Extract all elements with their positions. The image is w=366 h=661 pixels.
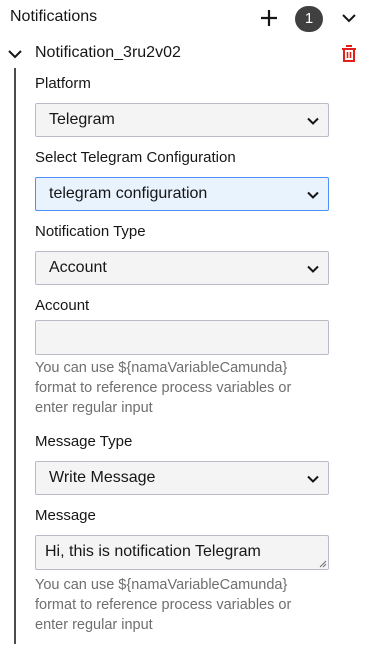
notification-type-select-value: Account: [49, 259, 107, 276]
section-title: Notifications: [10, 8, 98, 25]
help-line: format to reference process variables or: [35, 597, 292, 613]
platform-label: Platform: [35, 75, 91, 92]
notifications-header: Notifications 1: [0, 0, 366, 38]
collapse-section-button[interactable]: [339, 8, 359, 28]
plus-icon: [261, 10, 277, 26]
account-input[interactable]: [35, 320, 329, 355]
notification-type-select[interactable]: Account: [35, 251, 329, 285]
telegram-config-label: Select Telegram Configuration: [35, 149, 236, 166]
resize-grip-icon[interactable]: [319, 560, 327, 568]
platform-select-value: Telegram: [49, 111, 115, 128]
account-label: Account: [35, 297, 90, 314]
help-line: enter regular input: [35, 400, 153, 416]
message-type-label: Message Type: [35, 433, 133, 450]
entry-name: Notification_3ru2v02: [35, 44, 181, 61]
notification-entry-header: Notification_3ru2v02: [0, 40, 366, 68]
count-badge: 1: [295, 6, 323, 32]
help-line: format to reference process variables or: [35, 380, 292, 396]
help-line: You can use ${namaVariableCamunda}: [35, 360, 288, 376]
chevron-down-icon: [307, 475, 319, 483]
telegram-config-select[interactable]: telegram configuration: [35, 177, 329, 211]
chevron-down-icon: [307, 191, 319, 199]
notification-type-label: Notification Type: [35, 223, 146, 240]
message-type-select[interactable]: Write Message: [35, 461, 329, 495]
message-textarea[interactable]: Hi, this is notification Telegram: [35, 535, 329, 570]
entry-indent-line: [14, 68, 16, 644]
chevron-down-icon: [8, 50, 22, 59]
expand-entry-toggle[interactable]: [6, 45, 24, 63]
platform-select[interactable]: Telegram: [35, 103, 329, 137]
chevron-down-icon: [307, 265, 319, 273]
add-notification-button[interactable]: [258, 7, 280, 29]
message-type-select-value: Write Message: [49, 469, 156, 486]
telegram-config-select-value: telegram configuration: [49, 185, 208, 202]
help-line: enter regular input: [35, 617, 153, 633]
chevron-down-icon: [342, 14, 356, 23]
chevron-down-icon: [307, 117, 319, 125]
delete-entry-button[interactable]: [340, 44, 358, 64]
help-line: You can use ${namaVariableCamunda}: [35, 577, 288, 593]
message-textarea-value: Hi, this is notification Telegram: [45, 543, 261, 560]
account-help-text: You can use ${namaVariableCamunda} forma…: [35, 358, 335, 418]
message-label: Message: [35, 507, 96, 524]
trash-icon: [342, 45, 356, 62]
message-help-text: You can use ${namaVariableCamunda} forma…: [35, 575, 335, 635]
